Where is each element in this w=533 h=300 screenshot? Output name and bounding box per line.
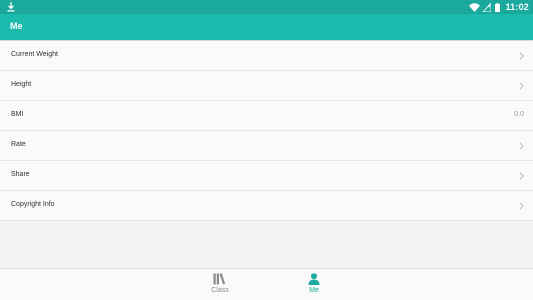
settings-item-rate[interactable]: Rate (0, 131, 533, 161)
status-time: 11:02 (505, 2, 529, 12)
person-icon (308, 273, 320, 285)
signal-icon (483, 2, 492, 12)
settings-item-height[interactable]: Height (0, 71, 533, 101)
nav-label: Me (309, 287, 319, 294)
settings-item-label: Copyright Info (11, 201, 55, 208)
settings-item-label: Height (11, 81, 32, 88)
chevron-right-icon (519, 52, 524, 60)
books-icon (213, 273, 226, 285)
battery-icon (495, 2, 501, 12)
settings-item-label: Current Weight (11, 51, 58, 58)
settings-item-label: Share (11, 171, 30, 178)
app-bar: Me (0, 14, 533, 40)
download-icon (7, 2, 15, 12)
wifi-icon (469, 2, 481, 12)
page-title: Me (10, 21, 23, 31)
bottom-nav: Class Me (0, 268, 533, 300)
settings-item-copyright-info[interactable]: Copyright Info (0, 191, 533, 221)
nav-label: Class (211, 287, 229, 294)
settings-list: Current Weight Height BMI 0.0 Rate Share… (0, 41, 533, 221)
chevron-right-icon (519, 202, 524, 210)
chevron-right-icon (519, 172, 524, 180)
settings-item-label: Rate (11, 141, 26, 148)
chevron-right-icon (519, 142, 524, 150)
status-bar: 11:02 (0, 0, 533, 14)
settings-item-label: BMI (11, 111, 24, 118)
nav-item-me[interactable]: Me (294, 273, 334, 299)
bmi-value: 0.0 (514, 111, 524, 118)
nav-item-class[interactable]: Class (200, 273, 240, 299)
status-icons: 11:02 (469, 1, 529, 13)
settings-item-bmi: BMI 0.0 (0, 101, 533, 131)
settings-item-current-weight[interactable]: Current Weight (0, 41, 533, 71)
settings-item-share[interactable]: Share (0, 161, 533, 191)
chevron-right-icon (519, 82, 524, 90)
